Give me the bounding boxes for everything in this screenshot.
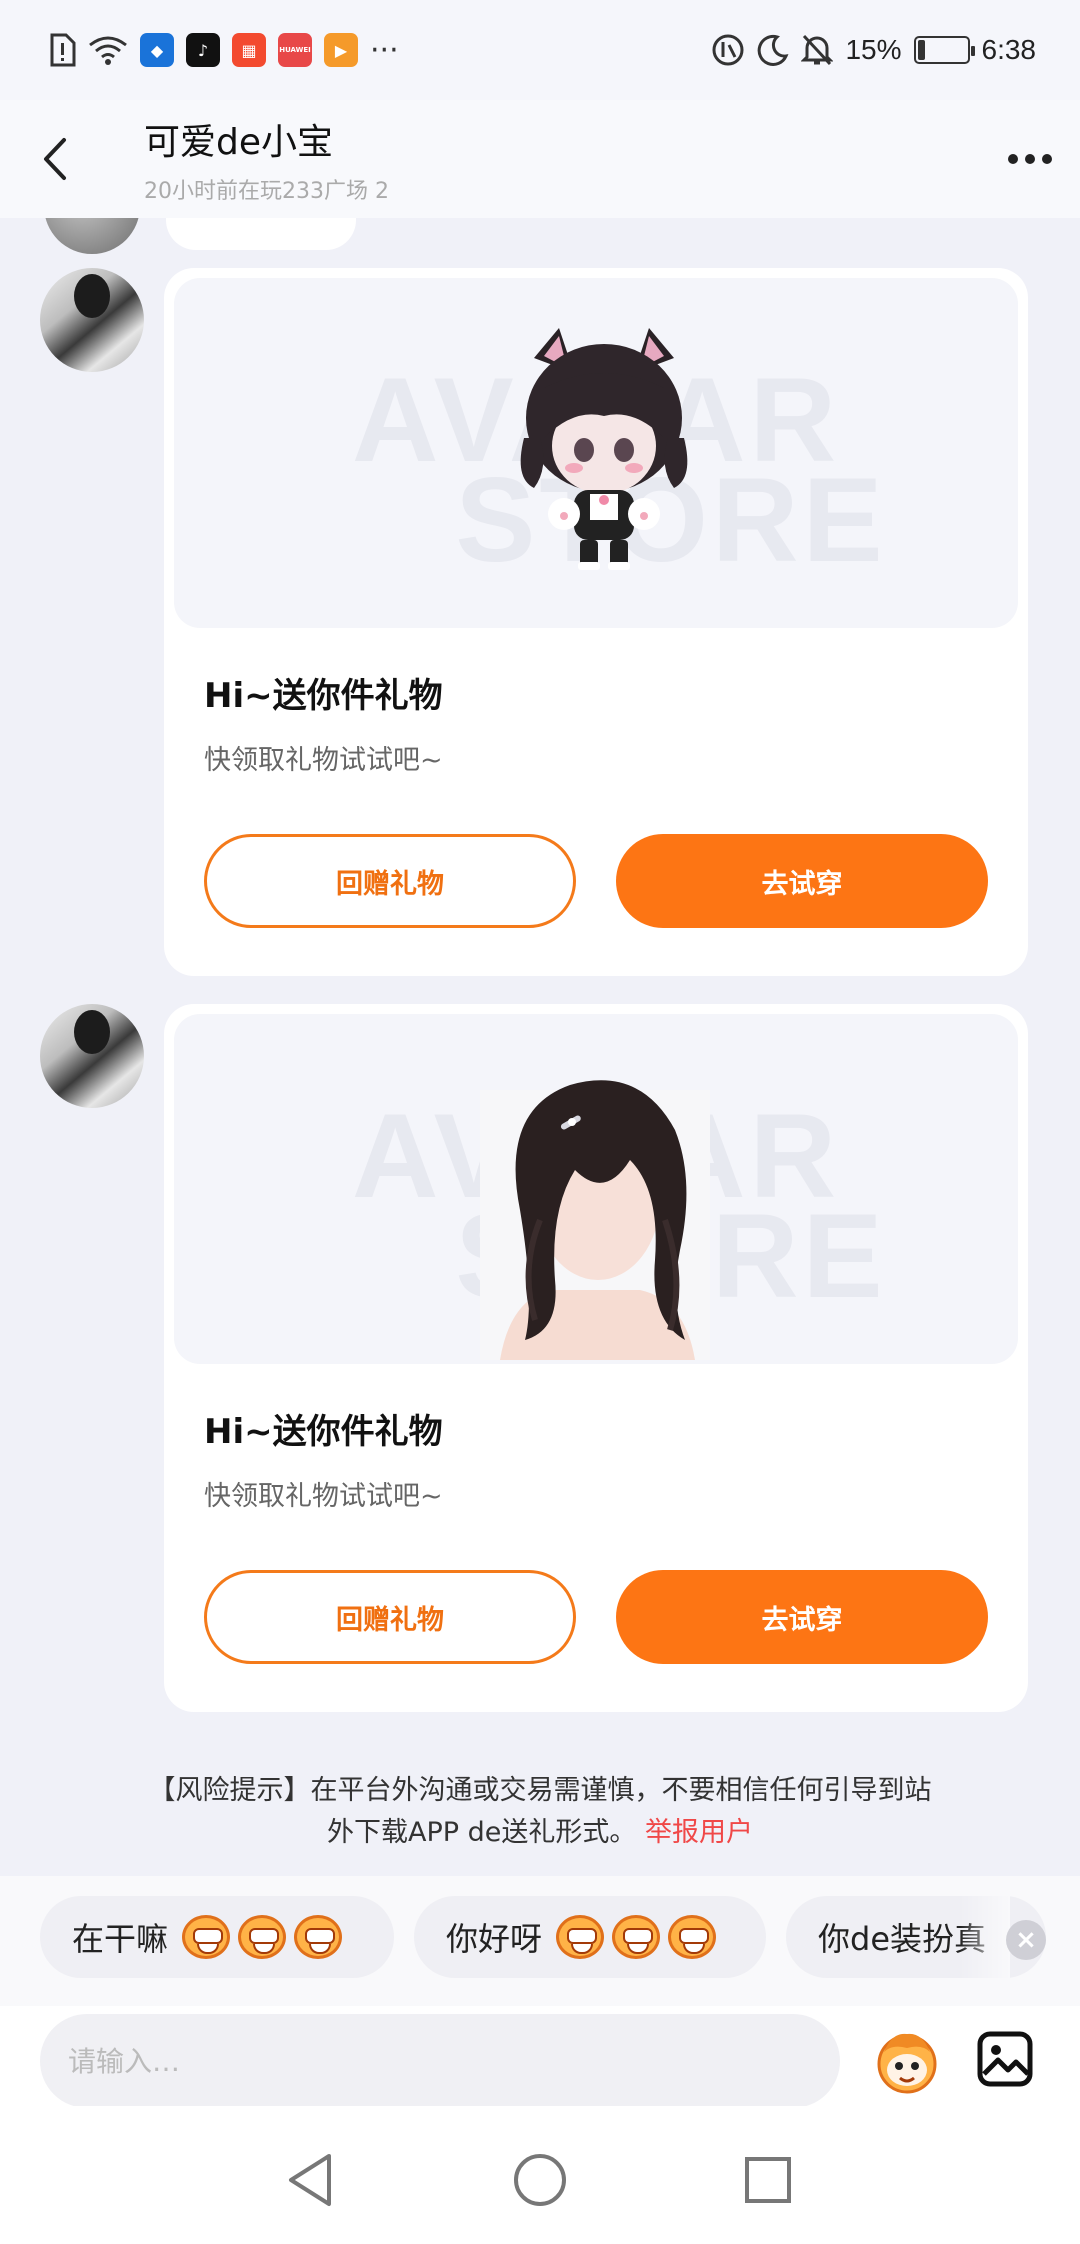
system-navigation-bar bbox=[0, 2106, 1080, 2244]
sim-alert-icon bbox=[50, 33, 76, 67]
gift-subtitle: 快领取礼物试试吧~ bbox=[204, 745, 443, 776]
chevron-left-icon bbox=[44, 138, 66, 180]
wifi-icon bbox=[89, 36, 127, 65]
battery-icon bbox=[913, 36, 975, 64]
grin-emoji-icon bbox=[238, 1915, 287, 1959]
risk-notice: 【风险提示】在平台外沟通或交易需谨慎，不要相信任何引导到站 外下载APP de送… bbox=[0, 1770, 1080, 1854]
try-on-button[interactable]: 去试穿 bbox=[616, 1570, 988, 1664]
more-dot bbox=[1008, 154, 1018, 164]
previous-message-bubble bbox=[166, 218, 356, 250]
quick-reply-chip[interactable]: 你好呀 bbox=[414, 1896, 766, 1978]
chat-subtitle: 20小时前在玩233广场 2 bbox=[144, 179, 389, 204]
report-user-link[interactable]: 举报用户 bbox=[645, 1817, 753, 1848]
gift-preview-image[interactable]: AVATAR STORE bbox=[174, 1014, 1018, 1364]
status-time: 6:38 bbox=[981, 34, 1037, 65]
gift-subtitle: 快领取礼物试试吧~ bbox=[204, 1481, 443, 1512]
status-bar: ◆ ♪ ▦ HUAWEI ▶ ··· 15% 6:38 bbox=[0, 0, 1080, 100]
play-app-icon: ▶ bbox=[324, 33, 358, 67]
title-block: 可爱de小宝 20小时前在玩233广场 2 bbox=[110, 113, 980, 205]
image-icon[interactable] bbox=[976, 2030, 1034, 2088]
huawei-app-icon: HUAWEI bbox=[278, 33, 312, 67]
data-saver-icon bbox=[712, 34, 744, 66]
video-app-icon: ▦ bbox=[232, 33, 266, 67]
gift-title: Hi~送你件礼物 bbox=[204, 676, 443, 716]
gift-title: Hi~送你件礼物 bbox=[204, 1412, 443, 1452]
gift-card: AVATAR STORE Hi~送你件礼物 快领取礼物试试吧~ 回赠礼物 去试穿 bbox=[164, 1004, 1028, 1712]
nav-home-button[interactable] bbox=[510, 2150, 570, 2210]
return-gift-button[interactable]: 回赠礼物 bbox=[204, 1570, 576, 1664]
chat-title: 可爱de小宝 bbox=[144, 122, 334, 163]
more-dot bbox=[1025, 154, 1035, 164]
grin-emoji-icon bbox=[182, 1915, 231, 1959]
avatar[interactable] bbox=[40, 268, 144, 372]
bell-muted-icon bbox=[801, 34, 834, 66]
quick-reply-bar: 在干嘛 你好呀 你de装扮真 × bbox=[0, 1876, 1080, 2006]
grin-emoji-icon bbox=[294, 1915, 343, 1959]
risk-notice-line2: 外下载APP de送礼形式。 举报用户 bbox=[0, 1812, 1080, 1854]
chip-fade bbox=[960, 1896, 1010, 1978]
more-dot bbox=[1042, 154, 1052, 164]
avatar[interactable] bbox=[40, 1004, 144, 1108]
battery-percent: 15% bbox=[845, 34, 902, 65]
hairstyle-image bbox=[480, 1080, 710, 1360]
shield-app-icon: ◆ bbox=[140, 33, 174, 67]
risk-notice-line1: 【风险提示】在平台外沟通或交易需谨慎，不要相信任何引导到站 bbox=[148, 1775, 932, 1806]
gift-preview-image[interactable]: AVATAR STORE bbox=[174, 278, 1018, 628]
message-input[interactable] bbox=[68, 2014, 840, 2108]
circle-home-icon bbox=[514, 2154, 566, 2206]
tiktok-app-icon: ♪ bbox=[186, 33, 220, 67]
message-input-box[interactable] bbox=[40, 2014, 840, 2108]
gift-card: AVATAR STORE Hi~送你 bbox=[164, 268, 1028, 976]
chat-header: 可爱de小宝 20小时前在玩233广场 2 bbox=[0, 100, 1080, 218]
return-gift-button[interactable]: 回赠礼物 bbox=[204, 834, 576, 928]
close-quick-replies-button[interactable]: × bbox=[1006, 1920, 1046, 1960]
back-button[interactable] bbox=[0, 100, 110, 218]
nav-recents-button[interactable] bbox=[738, 2150, 798, 2210]
input-area bbox=[0, 2006, 1080, 2108]
more-button[interactable] bbox=[980, 100, 1080, 218]
close-icon: × bbox=[1015, 1925, 1037, 1955]
status-overflow: ··· bbox=[370, 32, 399, 68]
triangle-back-icon bbox=[289, 2154, 331, 2206]
smile-emoji-icon bbox=[668, 1915, 717, 1959]
square-recents-icon bbox=[745, 2157, 791, 2203]
quick-reply-text: 在干嘛 bbox=[72, 1920, 169, 1958]
smile-emoji-icon bbox=[556, 1915, 605, 1959]
smile-emoji-icon bbox=[612, 1915, 661, 1959]
quick-reply-chip[interactable]: 在干嘛 bbox=[40, 1896, 394, 1978]
avatar[interactable] bbox=[44, 218, 140, 254]
try-on-button[interactable]: 去试穿 bbox=[616, 834, 988, 928]
moon-icon bbox=[758, 34, 789, 66]
chat-list[interactable]: AVATAR STORE Hi~送你 bbox=[0, 218, 1080, 1876]
quick-reply-text: 你好呀 bbox=[446, 1920, 543, 1958]
cat-ear-avatar-image bbox=[520, 328, 688, 570]
mascot-emoji-icon[interactable] bbox=[872, 2026, 942, 2096]
risk-notice-text: 外下载APP de送礼形式。 bbox=[327, 1817, 637, 1848]
status-left: ◆ ♪ ▦ HUAWEI ▶ ··· bbox=[48, 33, 399, 68]
nav-back-button[interactable] bbox=[280, 2150, 340, 2210]
status-right: 15% 6:38 bbox=[711, 33, 1036, 67]
